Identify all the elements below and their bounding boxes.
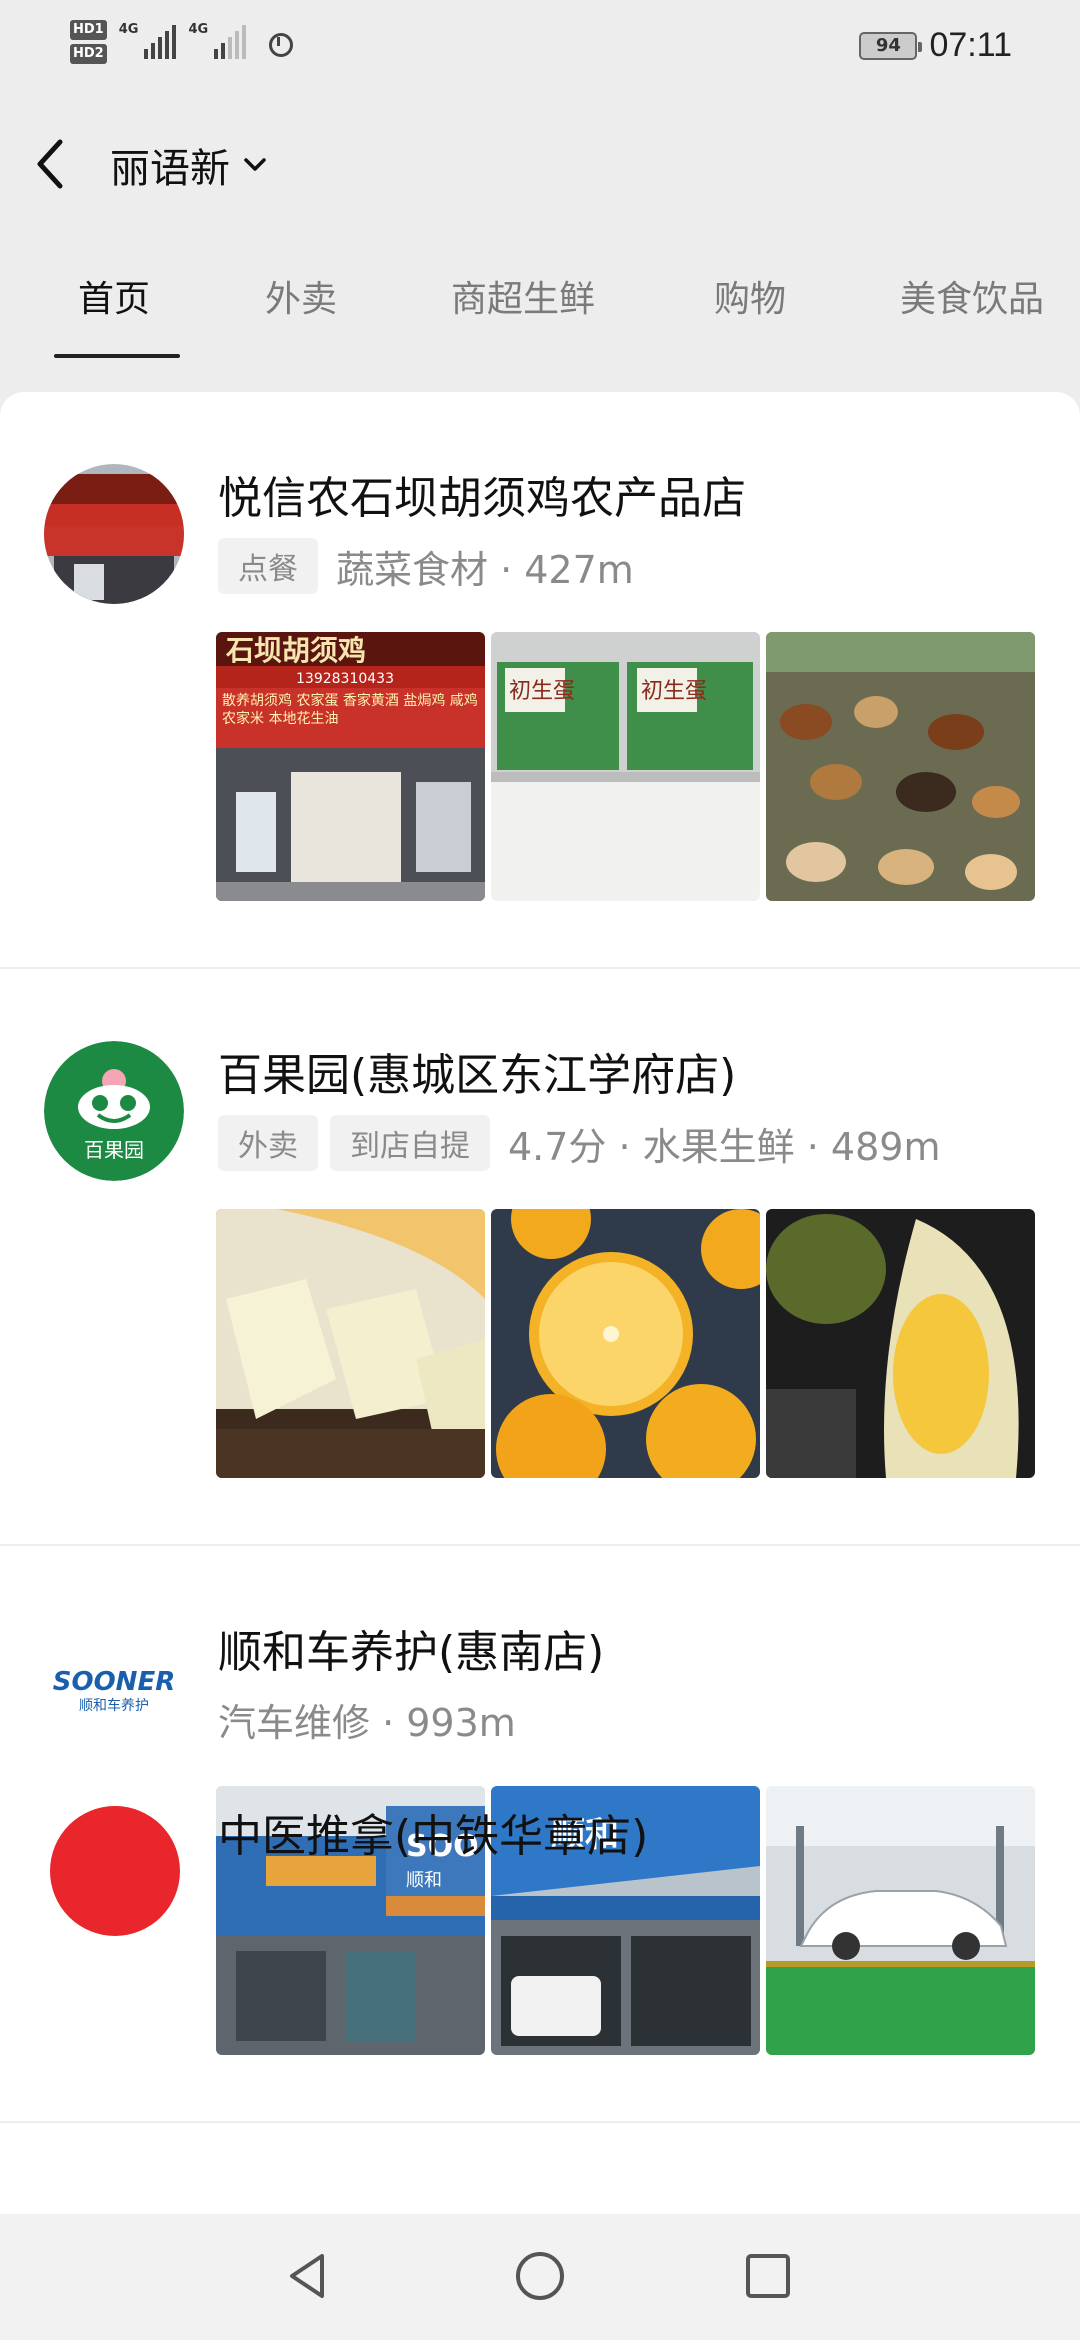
sim2-label: HD2 [70, 44, 107, 64]
store-meta-text: 蔬菜食材 · 427m [336, 547, 634, 592]
store-name-partial: 中医推拿(中铁华章店) [218, 1811, 649, 1862]
store-meta-text: 4.7分 · 水果生鲜 · 489m [508, 1124, 941, 1169]
orange-photo[interactable] [491, 1209, 760, 1478]
sign-text: 石坝胡须鸡 [225, 634, 366, 667]
store-name: 悦信农石坝胡须鸡农产品店 [218, 473, 746, 524]
divider [0, 2121, 1080, 2123]
store-meta: 点餐 蔬菜食材 · 427m [218, 538, 634, 594]
active-tab-indicator [54, 354, 180, 358]
sign-phone: 13928310433 [296, 671, 394, 687]
sim-indicators: HD1 HD2 [70, 18, 107, 66]
sign-banner: 散养胡须鸡 农家蛋 香家黄酒 盐焗鸡 咸鸡 农家米 本地花生油 [222, 693, 478, 727]
storefront-photo[interactable]: 石坝胡须鸡 13928310433 散养胡须鸡 农家蛋 香家黄酒 盐焗鸡 咸鸡 … [216, 632, 485, 901]
melon-photo[interactable] [216, 1209, 485, 1478]
tab-grocery[interactable]: 商超生鲜 [451, 270, 595, 322]
back-arrow-icon[interactable] [28, 134, 78, 194]
building-sign-sub: 顺和 [406, 1870, 442, 1891]
store-meta: 汽车维修 · 993m [218, 1692, 516, 1747]
store-name: 百果园(惠城区东江学府店) [218, 1050, 737, 1101]
tab-takeout[interactable]: 外卖 [265, 270, 337, 322]
status-bar: HD1 HD2 4G 4G 94 07:11 [0, 0, 1080, 90]
sooner-brand-text: SOONER [53, 1667, 175, 1697]
store-name: 顺和车养护(惠南店) [218, 1627, 605, 1678]
store-meta: 外卖 到店自提 4.7分 · 水果生鲜 · 489m [218, 1115, 940, 1171]
system-nav-bar [0, 2214, 1080, 2340]
header-title: 丽语新 [110, 146, 230, 192]
signal-icon-2 [214, 25, 247, 59]
store-list[interactable]: 悦信农石坝胡须鸡农产品店 点餐 蔬菜食材 · 427m 石坝胡须鸡 139283… [0, 392, 1080, 2214]
fruit-logo-text: 百果园 [84, 1138, 144, 1162]
tab-food-drinks[interactable]: 美食饮品 [900, 270, 1044, 322]
category-tabs: 首页 外卖 商超生鲜 购物 美食饮品 [0, 250, 1080, 360]
egg-boxes-photo[interactable]: 初生蛋 初生蛋 [491, 632, 760, 901]
network-type-1: 4G [118, 22, 139, 37]
location-selector[interactable]: 丽语新 [110, 136, 270, 194]
sim1-label: HD1 [70, 20, 107, 40]
egg-box-label-1: 初生蛋 [509, 679, 575, 704]
signal-icon-1 [144, 25, 177, 59]
store-avatar-storefront [44, 464, 184, 604]
clock: 07:11 [929, 26, 1012, 64]
sooner-logo-icon: SOONER 顺和车养护 [44, 1618, 184, 1758]
tag-order: 点餐 [218, 538, 318, 594]
tag-takeout: 外卖 [218, 1115, 318, 1171]
chickens-photo[interactable] [766, 632, 1035, 901]
header: 丽语新 [0, 110, 1080, 210]
status-left: HD1 HD2 4G 4G [70, 18, 294, 66]
chevron-down-icon [244, 158, 266, 171]
network-type-2: 4G [188, 22, 209, 37]
nav-home-icon[interactable] [510, 2246, 570, 2306]
car-wash-photo[interactable] [766, 1786, 1035, 2055]
tab-shopping[interactable]: 购物 [714, 270, 786, 322]
battery-level: 94 [875, 35, 901, 56]
fruit-mascot-logo-icon: 百果园 [44, 1041, 184, 1181]
nav-back-icon[interactable] [278, 2246, 338, 2306]
status-right: 94 07:11 [859, 26, 1012, 65]
store-photos: 石坝胡须鸡 13928310433 散养胡须鸡 农家蛋 香家黄酒 盐焗鸡 咸鸡 … [216, 632, 1035, 901]
store-avatar-partial [50, 1806, 180, 1936]
battery-icon: 94 [859, 31, 923, 60]
nav-recents-icon[interactable] [738, 2246, 798, 2306]
storefront-photo-icon [44, 464, 184, 604]
tag-pickup: 到店自提 [330, 1115, 490, 1171]
sooner-sub-text: 顺和车养护 [79, 1697, 149, 1714]
alarm-icon [264, 27, 294, 57]
egg-box-label-2: 初生蛋 [641, 679, 707, 704]
tab-home[interactable]: 首页 [78, 270, 150, 322]
store-card[interactable]: 百果园 百果园(惠城区东江学府店) 外卖 到店自提 4.7分 · 水果生鲜 · … [0, 969, 1080, 1546]
store-card[interactable]: 悦信农石坝胡须鸡农产品店 点餐 蔬菜食材 · 427m 石坝胡须鸡 139283… [0, 392, 1080, 969]
store-avatar-fruit: 百果园 [44, 1041, 184, 1181]
durian-photo[interactable] [766, 1209, 1035, 1478]
store-avatar-sooner: SOONER 顺和车养护 [44, 1618, 184, 1758]
store-photos [216, 1209, 1035, 1478]
store-meta-text: 汽车维修 · 993m [218, 1701, 516, 1745]
